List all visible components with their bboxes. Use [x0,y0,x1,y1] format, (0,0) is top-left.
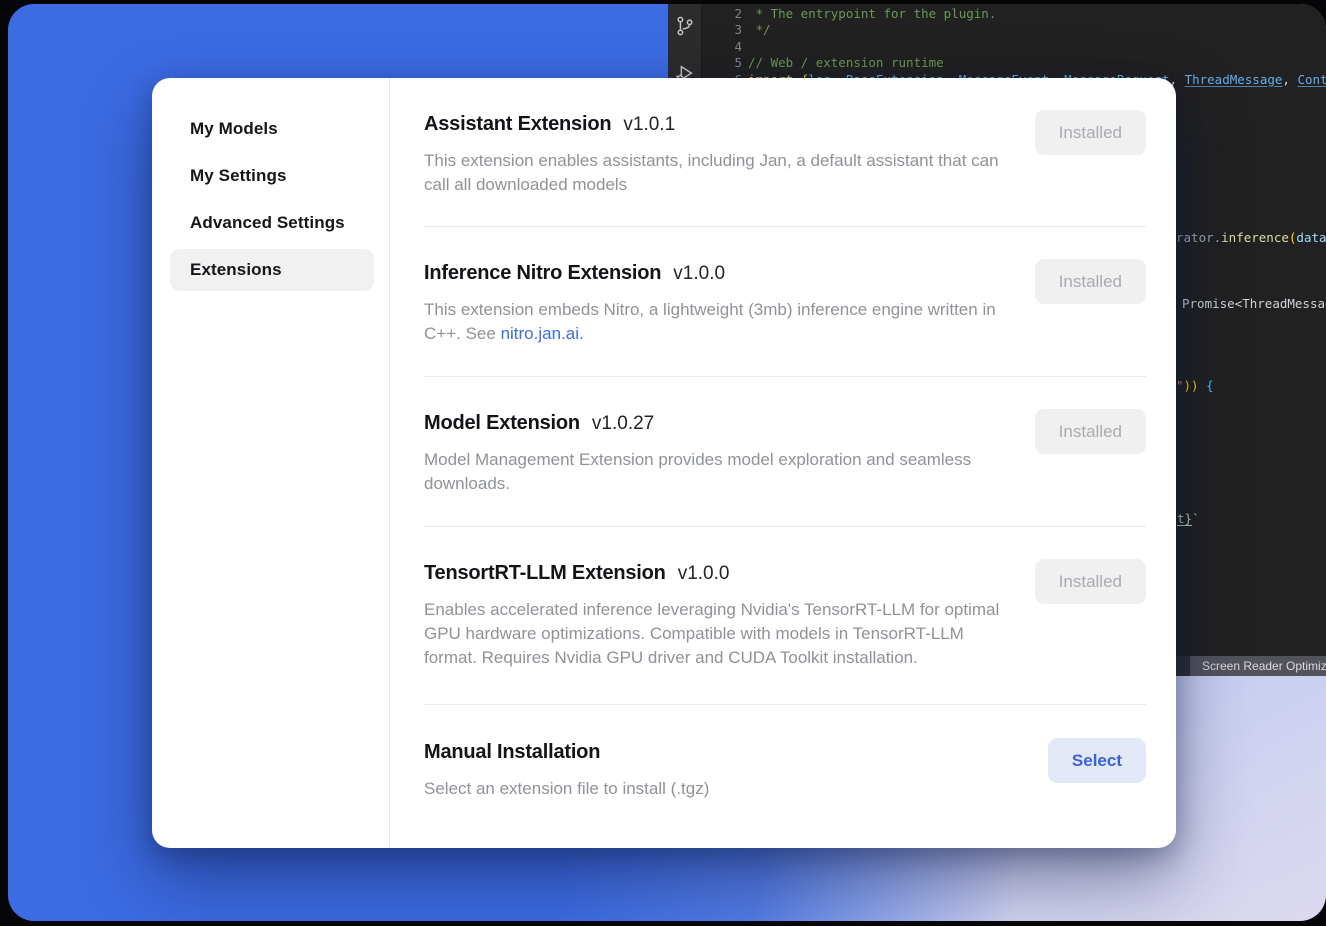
code-line: 5 // Web / extension runtime [703,55,1326,71]
sidebar-item-advanced-settings[interactable]: Advanced Settings [170,202,374,244]
manual-installation-description: Select an extension file to install (.tg… [424,777,1004,801]
extension-version: v1.0.1 [623,114,675,136]
extension-name: Assistant Extension [424,113,611,136]
code-fragment-template-end: t}` [1177,511,1200,526]
code-fragment-parens: ")) { [1176,378,1214,393]
line-number: 2 [703,6,742,22]
line-number: 5 [703,55,742,71]
extension-row-assistant: Assistant Extension v1.0.1 This extensio… [424,78,1146,227]
extension-row-model: Model Extension v1.0.27 Model Management… [424,377,1146,527]
code-text: * The entrypoint for the plugin. [748,6,996,22]
extension-description: Enables accelerated inference leveraging… [424,598,1004,670]
code-text: // Web / extension runtime [748,55,944,71]
code-fragment-promise: Promise<ThreadMessage> [1182,296,1326,311]
sidebar-item-extensions[interactable]: Extensions [170,249,374,291]
desktop-gradient-background: 2 * The entrypoint for the plugin. 3 */ … [8,4,1326,921]
extension-version: v1.0.27 [592,413,654,435]
settings-sidebar: My Models My Settings Advanced Settings … [152,78,390,848]
source-control-icon[interactable] [674,15,696,37]
installed-button[interactable]: Installed [1035,110,1146,155]
extension-name: Inference Nitro Extension [424,262,661,285]
installed-button[interactable]: Installed [1035,559,1146,604]
line-number: 4 [703,39,742,55]
extension-description: Model Management Extension provides mode… [424,448,1004,496]
extension-row-inference-nitro: Inference Nitro Extension v1.0.0 This ex… [424,227,1146,377]
installed-button[interactable]: Installed [1035,259,1146,304]
editor-code-area: 2 * The entrypoint for the plugin. 3 */ … [703,6,1326,88]
screen-reader-optimized-badge[interactable]: Screen Reader Optimized [1190,656,1326,676]
manual-installation-row: Manual Installation Select an extension … [424,705,1146,823]
select-file-button[interactable]: Select [1048,738,1146,783]
code-text: */ [748,22,771,38]
extension-version: v1.0.0 [678,563,730,585]
sidebar-item-my-models[interactable]: My Models [170,108,374,150]
extension-description: This extension enables assistants, inclu… [424,149,1004,197]
extensions-panel: Assistant Extension v1.0.1 This extensio… [390,78,1176,848]
extension-description: This extension embeds Nitro, a lightweig… [424,298,1004,346]
manual-installation-title: Manual Installation [424,741,600,764]
line-number: 3 [703,22,742,38]
installed-button[interactable]: Installed [1035,409,1146,454]
code-line: 3 */ [703,22,1326,38]
settings-modal: My Models My Settings Advanced Settings … [152,78,1176,848]
extension-row-tensorrt-llm: TensortRT-LLM Extension v1.0.0 Enables a… [424,527,1146,705]
nitro-jan-ai-link[interactable]: nitro.jan.ai. [501,324,584,343]
code-line: 2 * The entrypoint for the plugin. [703,6,1326,22]
code-line: 4 [703,39,1326,55]
sidebar-item-my-settings[interactable]: My Settings [170,155,374,197]
code-fragment-inference: rator.inference(data)); [1176,230,1326,245]
extension-version: v1.0.0 [673,263,725,285]
extension-name: Model Extension [424,412,580,435]
extension-name: TensortRT-LLM Extension [424,562,666,585]
